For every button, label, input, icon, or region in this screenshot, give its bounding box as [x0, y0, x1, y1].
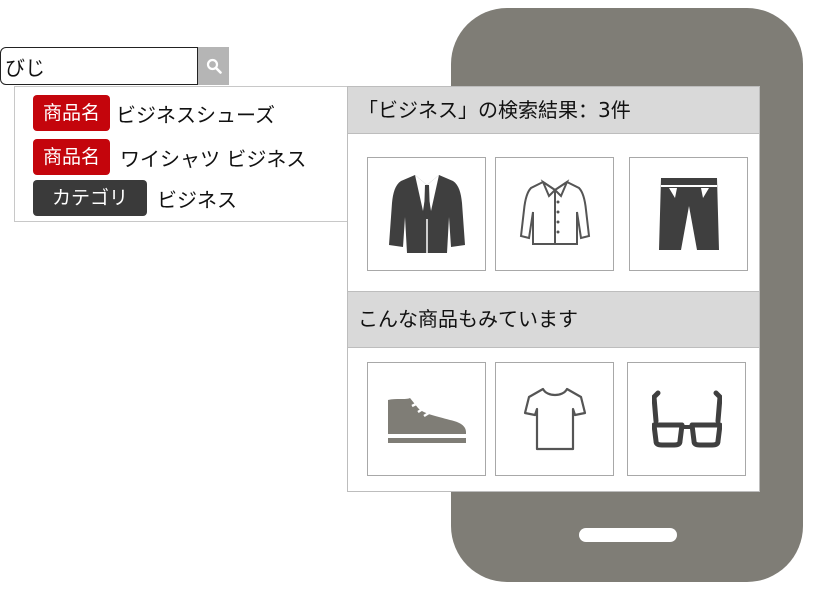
recommend-header: こんな商品もみています — [348, 292, 759, 347]
search-results-panel: 「ビジネス」の検索結果：3件 こんな商品もみています — [347, 86, 760, 492]
suggestion-text: ビジネス — [157, 187, 238, 212]
product-name-tag: 商品名 — [33, 95, 111, 131]
trousers-icon — [658, 178, 719, 250]
suggestion-dropdown: 商品名 ビジネスシューズ 商品名 ワイシャツ ビジネス カテゴリ ビジネス — [14, 86, 362, 222]
suggestion-item[interactable]: 商品名 ビジネスシューズ — [33, 95, 275, 131]
search-input[interactable] — [5, 52, 193, 80]
suggestion-item[interactable]: 商品名 ワイシャツ ビジネス — [33, 139, 306, 175]
result-item-trousers[interactable] — [629, 157, 748, 271]
suit-jacket-icon — [388, 175, 465, 253]
search-box — [0, 47, 198, 85]
divider — [348, 347, 759, 348]
product-name-tag: 商品名 — [33, 139, 111, 175]
glasses-icon — [651, 390, 722, 448]
recommend-item-sneaker[interactable] — [367, 362, 486, 476]
results-header: 「ビジネス」の検索結果：3件 — [348, 87, 759, 133]
magnifier-icon — [206, 58, 222, 74]
category-tag: カテゴリ — [33, 180, 148, 216]
result-item-shirt[interactable] — [495, 157, 614, 271]
result-item-suit[interactable] — [367, 157, 486, 271]
sneaker-icon — [387, 398, 466, 443]
suggestion-text: ワイシャツ ビジネス — [120, 146, 307, 171]
recommend-item-tshirt[interactable] — [495, 362, 614, 476]
phone-home-button — [579, 528, 677, 542]
search-button[interactable] — [198, 47, 229, 85]
dress-shirt-icon — [519, 179, 590, 245]
suggestion-text: ビジネスシューズ — [116, 102, 276, 127]
tshirt-icon — [523, 387, 586, 451]
divider — [348, 133, 759, 134]
recommend-item-glasses[interactable] — [627, 362, 746, 476]
suggestion-item[interactable]: カテゴリ ビジネス — [33, 180, 237, 216]
